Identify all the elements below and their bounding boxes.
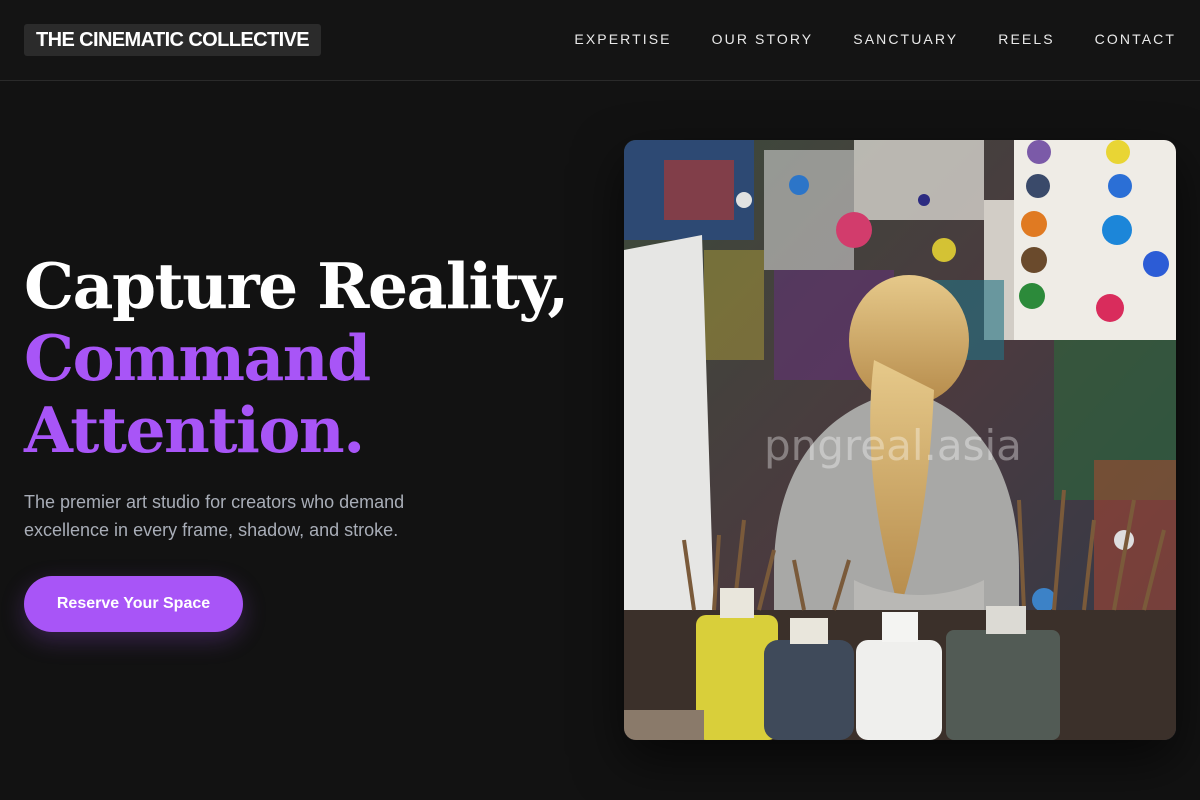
- hero-image: pngreal.asia: [624, 140, 1176, 740]
- hero-headline-line-1: Capture Reality,: [24, 249, 569, 323]
- hero-tagline: The premier art studio for creators who …: [24, 492, 405, 540]
- hero-headline-line-2: Command: [24, 321, 371, 395]
- nav-link-expertise[interactable]: EXPERTISE: [574, 29, 671, 49]
- brand-logo[interactable]: THE CINEMATIC COLLECTIVE: [24, 24, 322, 56]
- main-nav: EXPERTISE OUR STORY SANCTUARY REELS CONT…: [574, 29, 1176, 49]
- image-watermark: pngreal.asia: [764, 421, 1022, 470]
- nav-link-our-story[interactable]: OUR STORY: [712, 29, 814, 49]
- hero-headline-line-3: Attention.: [24, 393, 365, 467]
- nav-link-contact[interactable]: CONTACT: [1095, 29, 1176, 49]
- color-chart-poster: [1014, 140, 1176, 340]
- nav-link-reels[interactable]: REELS: [998, 29, 1054, 49]
- nav-link-sanctuary[interactable]: SANCTUARY: [853, 29, 958, 49]
- hero-headline: Capture Reality, Command Attention.: [24, 250, 584, 466]
- top-navigation-bar: THE CINEMATIC COLLECTIVE EXPERTISE OUR S…: [0, 0, 1200, 81]
- reserve-space-button[interactable]: Reserve Your Space: [24, 576, 243, 632]
